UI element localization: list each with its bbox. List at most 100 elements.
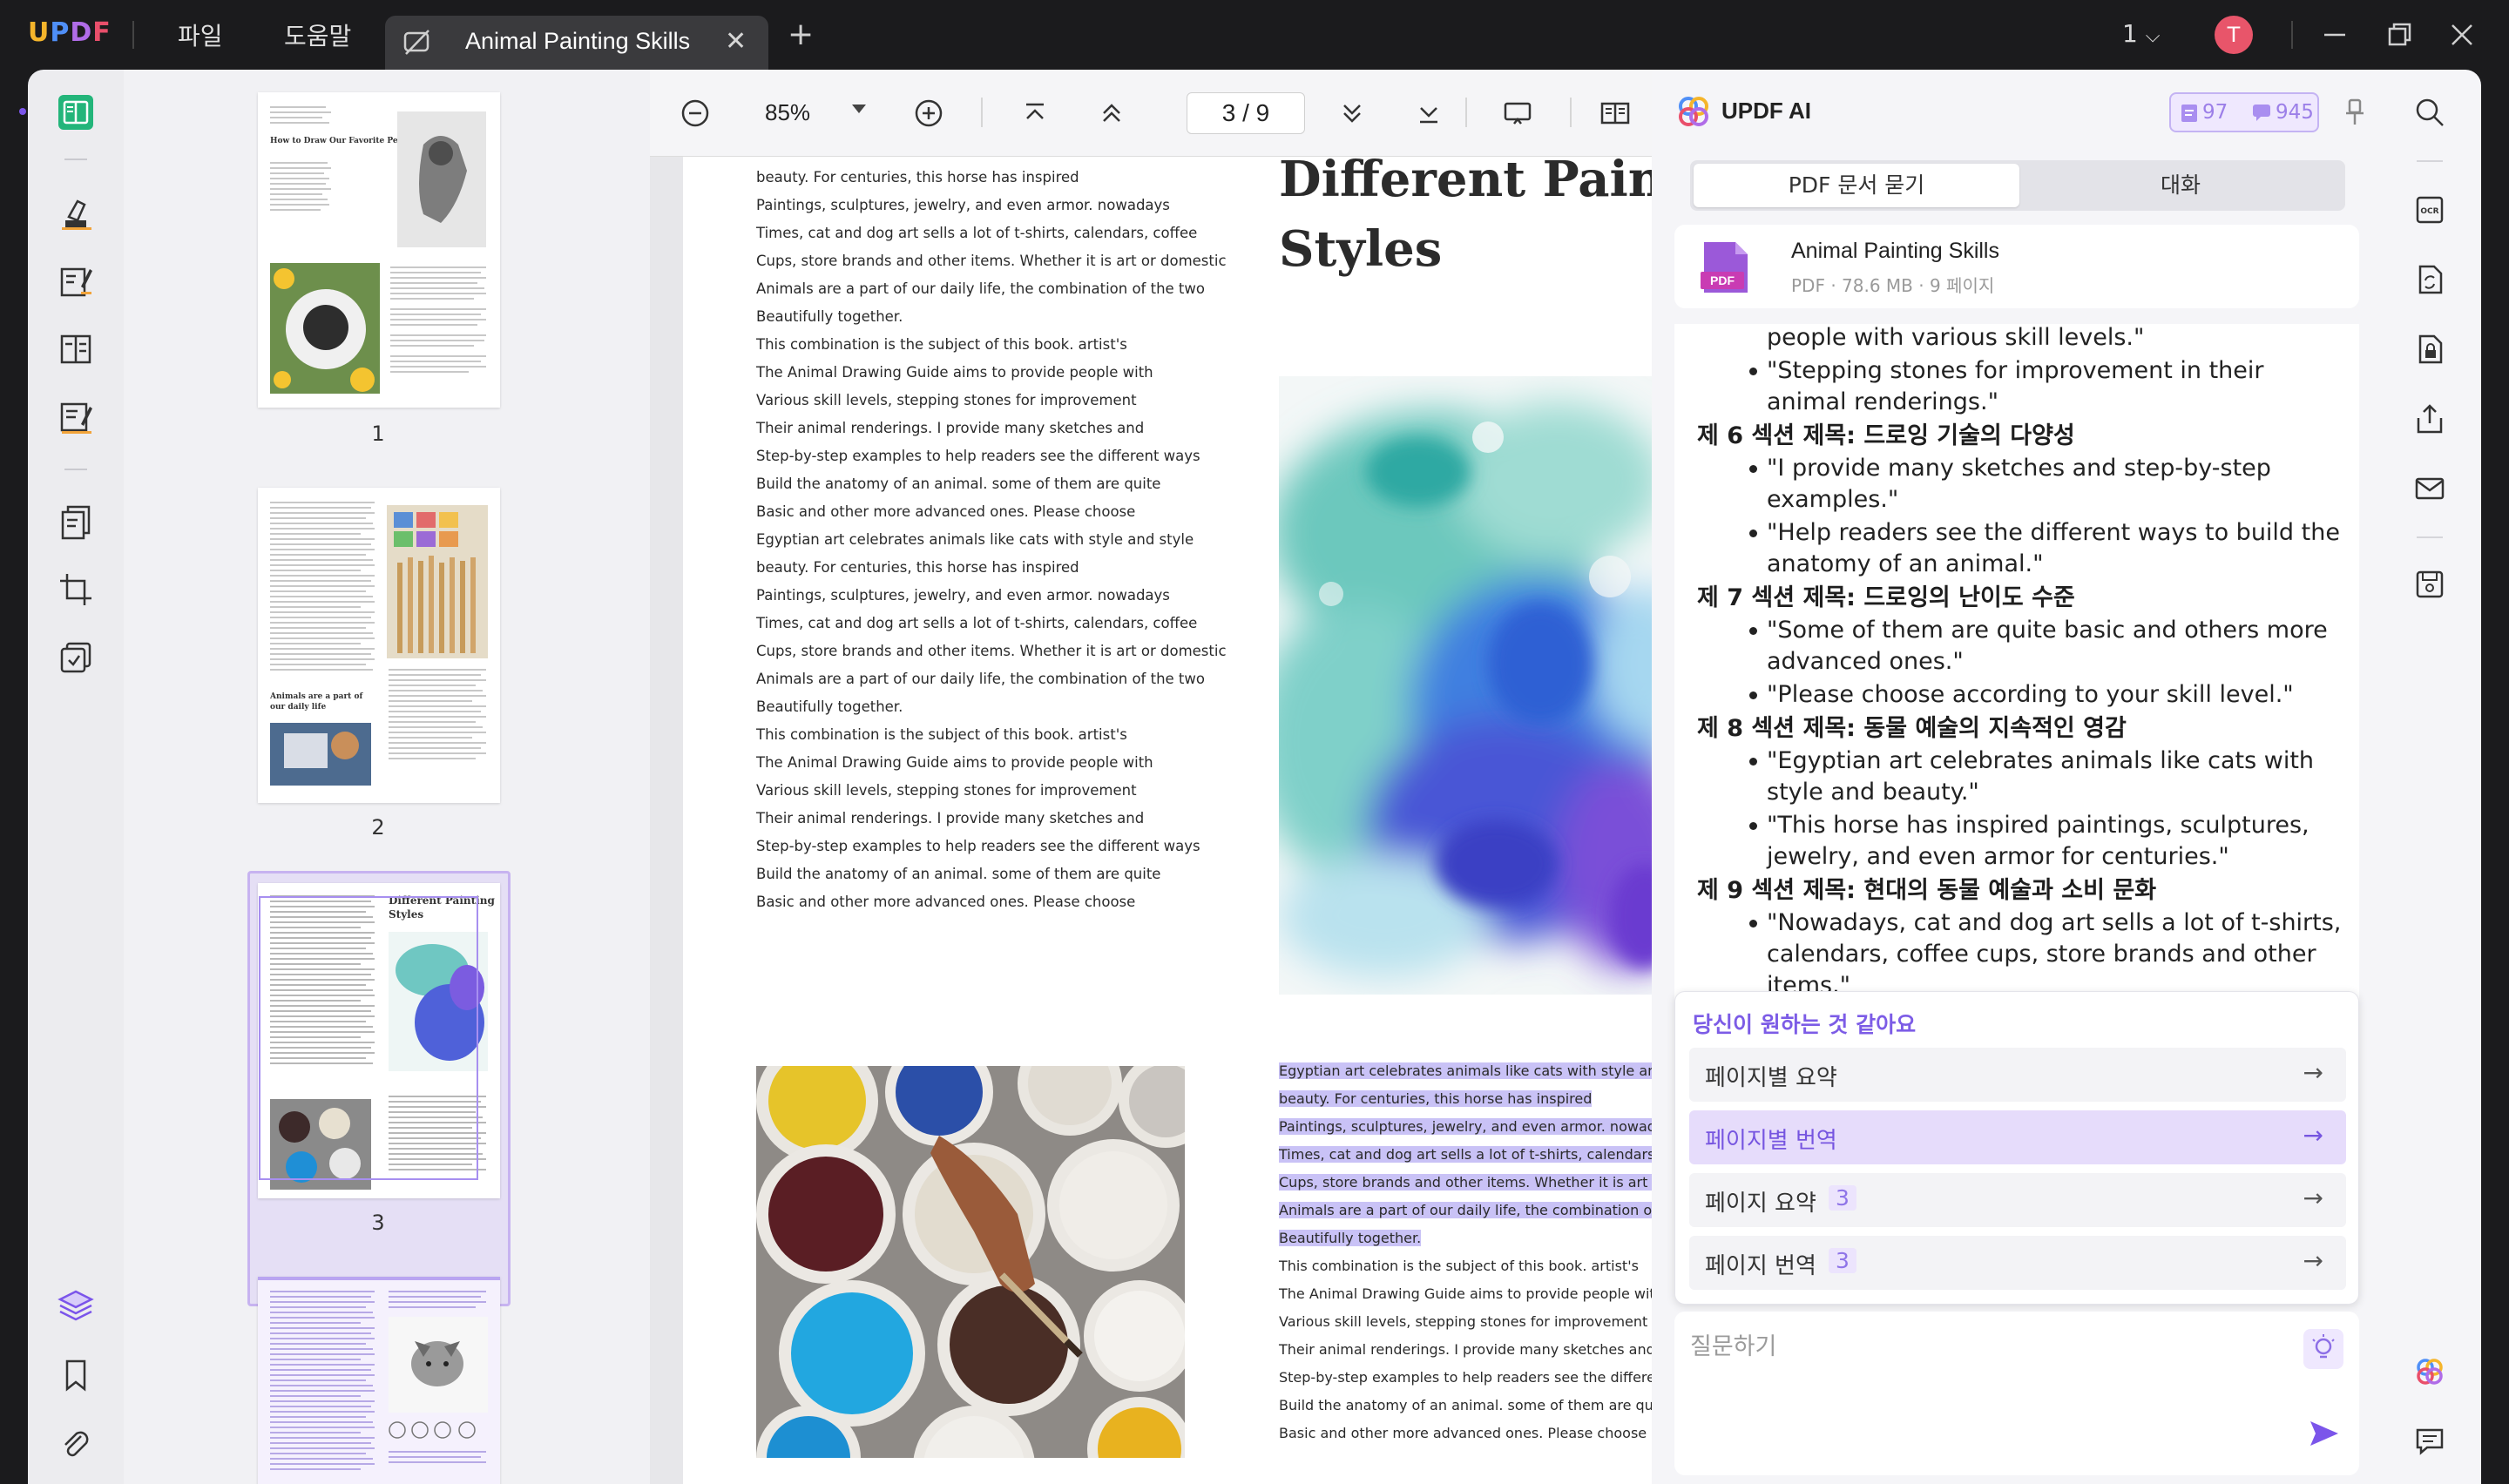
window-dropdown[interactable]: 1 ⌵ bbox=[2122, 19, 2160, 48]
protect-icon[interactable] bbox=[2413, 333, 2446, 366]
highlighted-text-line[interactable]: Paintings, sculptures, jewelry, and even… bbox=[1279, 1113, 1652, 1141]
zoom-in-icon[interactable] bbox=[913, 98, 944, 129]
prompt-ideas-button[interactable] bbox=[2303, 1329, 2343, 1369]
arrow-right-icon: → bbox=[2303, 1184, 2323, 1212]
page-thumbnail-3[interactable]: Different Painting Styles bbox=[258, 883, 500, 1198]
sign-tool-button[interactable] bbox=[54, 395, 98, 439]
body-text-line: Basic and other more advanced ones. Plea… bbox=[756, 503, 1136, 520]
suggestions-popup: 당신이 원하는 것 같아요 페이지별 요약 → 페이지별 번역 → 페이지 요약… bbox=[1674, 991, 2359, 1305]
edit-tool-button[interactable] bbox=[54, 260, 98, 303]
next-page-icon[interactable] bbox=[1336, 98, 1368, 129]
body-text-line: This combination is the subject of this … bbox=[756, 336, 1127, 353]
organize-pages-button[interactable] bbox=[54, 500, 98, 543]
question-input[interactable] bbox=[1690, 1327, 2248, 1366]
tab-chat[interactable]: 대화 bbox=[2019, 164, 2342, 207]
updf-ai-icon[interactable] bbox=[2413, 1355, 2446, 1388]
close-tab-icon[interactable]: ✕ bbox=[725, 26, 747, 57]
suggestion-page-summary[interactable]: 페이지별 요약 → bbox=[1689, 1048, 2346, 1102]
svg-text:OCR: OCR bbox=[2420, 207, 2438, 216]
tab-title: Animal Painting Skills bbox=[465, 28, 691, 54]
page-number-input[interactable]: 3 / 9 bbox=[1187, 92, 1305, 134]
attachment-button[interactable] bbox=[54, 1423, 98, 1467]
bookmark-button[interactable] bbox=[54, 1353, 98, 1397]
chat-credit-icon bbox=[2253, 105, 2270, 121]
zoom-dropdown-icon[interactable] bbox=[852, 105, 866, 113]
highlighted-text-line[interactable]: Egyptian art celebrates animals like cat… bbox=[1279, 1057, 1652, 1085]
send-icon[interactable] bbox=[2307, 1416, 2342, 1451]
document-tab[interactable]: Animal Painting Skills ✕ bbox=[385, 16, 768, 70]
divider bbox=[1465, 98, 1467, 127]
credits-badge[interactable]: 97 945 bbox=[2169, 92, 2319, 132]
text-highlight: Paintings, sculptures, jewelry, and even… bbox=[1279, 1118, 1652, 1135]
text-highlight: Cups, store brands and other items. Whet… bbox=[1279, 1174, 1652, 1191]
lightbulb-icon bbox=[2312, 1334, 2335, 1359]
ocr-icon[interactable]: OCR bbox=[2413, 193, 2446, 226]
document-credits: 97 bbox=[2202, 101, 2228, 124]
document-credit-icon bbox=[2181, 105, 2197, 122]
last-page-icon[interactable] bbox=[1413, 98, 1444, 129]
avatar[interactable]: T bbox=[2215, 16, 2253, 54]
highlighted-text-line[interactable]: Times, cat and dog art sells a lot of t-… bbox=[1279, 1141, 1652, 1169]
reader-mode-button[interactable] bbox=[54, 91, 98, 134]
suggestion-label: 페이지 번역 bbox=[1705, 1253, 1816, 1279]
menu-help[interactable]: 도움말 bbox=[284, 17, 351, 52]
presentation-icon[interactable] bbox=[1502, 98, 1533, 129]
body-text-line: The Animal Drawing Guide aims to provide… bbox=[756, 754, 1153, 771]
mail-icon[interactable] bbox=[2413, 472, 2446, 505]
search-icon[interactable] bbox=[2413, 96, 2446, 129]
body-text-line: beauty. For centuries, this horse has in… bbox=[756, 559, 1079, 576]
pin-icon[interactable] bbox=[2342, 98, 2368, 127]
zoom-level[interactable]: 85% bbox=[765, 99, 810, 126]
first-page-icon[interactable] bbox=[1019, 98, 1051, 129]
body-text-line: The Animal Drawing Guide aims to provide… bbox=[1279, 1285, 1652, 1302]
minimize-icon[interactable] bbox=[2317, 17, 2352, 52]
ai-panel-title: UPDF AI bbox=[1721, 98, 1812, 124]
highlighted-text-line[interactable]: Cups, store brands and other items. Whet… bbox=[1279, 1169, 1652, 1197]
page-thumbnail-2[interactable]: Animals are a part of our daily life bbox=[258, 488, 500, 803]
suggestion-label: 페이지별 번역 bbox=[1705, 1128, 1837, 1154]
body-text-line: Beautifully together. bbox=[756, 698, 903, 715]
highlighted-text-line[interactable]: beauty. For centuries, this horse has in… bbox=[1279, 1085, 1652, 1113]
comment-icon[interactable] bbox=[2413, 1425, 2446, 1458]
batch-tool-button[interactable] bbox=[54, 636, 98, 679]
body-text-line: Cups, store brands and other items. Whet… bbox=[756, 253, 1227, 269]
ai-response-area[interactable]: "The Animal Drawing Guide aims to provid… bbox=[1674, 324, 2359, 1047]
response-bullet: "The Animal Drawing Guide aims to provid… bbox=[1674, 324, 2359, 354]
layers-button[interactable] bbox=[54, 1284, 98, 1327]
page-thumbnail-1[interactable]: How to Draw Our Favorite Pets bbox=[258, 92, 500, 408]
divider bbox=[132, 21, 134, 49]
restore-icon[interactable] bbox=[2382, 17, 2417, 52]
tab-ask-pdf[interactable]: PDF 문서 묻기 bbox=[1694, 164, 2019, 207]
pdf-page: beauty. For centuries, this horse has in… bbox=[683, 157, 1652, 1484]
highlighted-text-line[interactable]: Beautifully together. bbox=[1279, 1224, 1652, 1252]
convert-icon[interactable] bbox=[2413, 263, 2446, 296]
zoom-out-icon[interactable] bbox=[680, 98, 711, 129]
updf-ai-logo-icon bbox=[1679, 97, 1708, 126]
page-thumbnail-4[interactable] bbox=[258, 1277, 500, 1484]
suggestions-title: 당신이 원하는 것 같아요 bbox=[1693, 1012, 1917, 1037]
response-section-heading: 제 8 섹션 제목: 동물 예술의 지속적인 영감 bbox=[1697, 715, 2127, 742]
page-layout-icon[interactable] bbox=[1599, 98, 1631, 129]
menu-file[interactable]: 파일 bbox=[178, 17, 223, 52]
comment-tool-button[interactable] bbox=[54, 192, 98, 235]
form-tool-button[interactable] bbox=[54, 327, 98, 371]
svg-text:our daily life: our daily life bbox=[270, 703, 326, 712]
body-text-line: Build the anatomy of an animal. some of … bbox=[756, 476, 1161, 492]
suggestion-summarize-page[interactable]: 페이지 요약 3 → bbox=[1689, 1173, 2346, 1227]
add-tab-icon[interactable]: + bbox=[788, 19, 814, 51]
text-highlight: Beautifully together. bbox=[1279, 1230, 1422, 1246]
suggestion-page-translate[interactable]: 페이지별 번역 → bbox=[1689, 1110, 2346, 1164]
body-text-line: The Animal Drawing Guide aims to provide… bbox=[756, 364, 1153, 381]
crop-tool-button[interactable] bbox=[54, 568, 98, 611]
chevron-down-icon: ⌵ bbox=[2145, 25, 2161, 47]
close-window-icon[interactable] bbox=[2445, 17, 2479, 52]
thumbnail-preview: Animals are a part of our daily life bbox=[269, 502, 488, 786]
body-text-line: Their animal renderings. I provide many … bbox=[756, 810, 1145, 826]
save-icon[interactable] bbox=[2413, 568, 2446, 601]
highlighted-text-line[interactable]: Animals are a part of our daily life, th… bbox=[1279, 1197, 1652, 1224]
body-text-line: Various skill levels, stepping stones fo… bbox=[756, 392, 1137, 408]
previous-page-icon[interactable] bbox=[1096, 98, 1127, 129]
body-text-line: Step-by-step examples to help readers se… bbox=[756, 838, 1200, 854]
share-icon[interactable] bbox=[2413, 402, 2446, 435]
suggestion-translate-page[interactable]: 페이지 번역 3 → bbox=[1689, 1236, 2346, 1290]
